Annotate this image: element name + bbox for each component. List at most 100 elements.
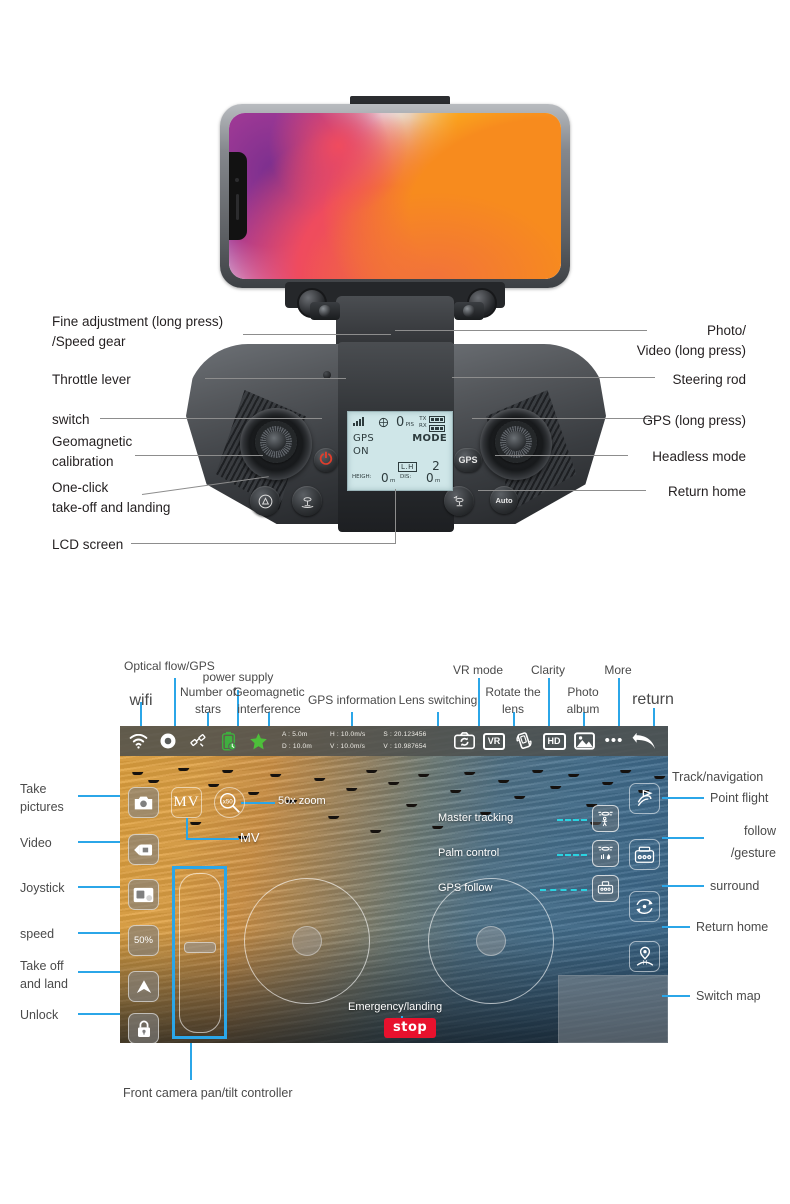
app-screen: A : 5.0m D : 10.0m H : 10.0m/s V : 10.0m…: [120, 726, 668, 1043]
leader-palm-control: [557, 854, 587, 856]
zoom-icon: x50: [219, 792, 240, 813]
signal-bars-icon: [353, 417, 364, 426]
label-rotate-the-lens: Rotate the lens: [485, 685, 541, 717]
geomagnetic-calibration-button[interactable]: [250, 486, 280, 516]
leader-joystick: [78, 886, 120, 888]
mv-button-label: MV: [173, 794, 200, 810]
lcd-pis-unit: PIS: [405, 422, 415, 428]
mv-button[interactable]: MV: [171, 787, 202, 818]
lock-icon: [137, 1020, 150, 1037]
label-return: return: [632, 691, 674, 708]
label-surround: surround: [710, 879, 760, 893]
lens-switch-icon[interactable]: [452, 729, 476, 753]
arrow-up-icon: [136, 979, 151, 993]
antenna-hinge-right: [454, 302, 484, 320]
return-home-button-app[interactable]: H: [629, 941, 660, 972]
more-icon[interactable]: •••: [602, 729, 626, 753]
photo-album-icon[interactable]: [572, 729, 596, 753]
phone-screen: [229, 113, 561, 279]
leader-master-tracking: [557, 819, 587, 821]
leader-lcd-vertical: [395, 489, 396, 544]
lcd-tx-label: TX: [419, 416, 427, 422]
label-lcd-screen: LCD screen: [52, 537, 124, 552]
surround-button[interactable]: [629, 891, 660, 922]
vr-icon[interactable]: VR: [482, 729, 506, 753]
hd-icon[interactable]: HD: [542, 729, 566, 753]
label-track-navigation: Track/navigation: [672, 770, 764, 784]
label-master-tracking: Master tracking: [438, 812, 514, 824]
orbit-icon: [636, 898, 653, 915]
mini-map[interactable]: [558, 975, 668, 1043]
antenna-hinge-left: [310, 302, 340, 320]
leader-geomagnetic: [135, 455, 263, 456]
leader-gps-follow: [540, 889, 587, 891]
app-topbar: A : 5.0m D : 10.0m H : 10.0m/s V : 10.0m…: [120, 726, 668, 756]
pan-tilt-highlight-box: [172, 866, 227, 1039]
gps-follow-icon: [597, 881, 614, 894]
one-click-takeoff-landing-button[interactable]: [292, 486, 322, 516]
lcd-height-value: 0: [381, 471, 389, 485]
label-fine-adjustment: Fine adjustment (long press) /Speed gear: [52, 314, 224, 349]
label-unlock: Unlock: [20, 1008, 59, 1022]
leader-take-off-land: [78, 971, 120, 973]
palm-control-button[interactable]: [592, 840, 619, 867]
speed-button[interactable]: 50%: [128, 925, 159, 956]
hd-label: HD: [542, 732, 566, 750]
label-one-click-takeoff: One-click take-off and landing: [52, 480, 171, 515]
wifi-icon[interactable]: [126, 729, 150, 753]
geomagnetic-star-icon[interactable]: [246, 729, 270, 753]
satellite-icon[interactable]: [186, 729, 210, 753]
label-gps-follow: GPS follow: [438, 882, 493, 894]
label-joystick: Joystick: [20, 881, 65, 895]
leader-point-flight: [662, 797, 704, 799]
svg-text:x50: x50: [223, 798, 234, 805]
battery-icon[interactable]: [216, 729, 240, 753]
video-button[interactable]: [128, 834, 159, 865]
rotate-lens-icon[interactable]: [512, 729, 536, 753]
telemetry-gps-s: S : 20.123456: [383, 730, 427, 738]
leader-video: [78, 841, 120, 843]
label-steering-rod: Steering rod: [672, 372, 746, 387]
return-icon[interactable]: [632, 729, 656, 753]
label-photo-video: Photo/ Video (long press): [636, 323, 746, 358]
home-pin-icon: H: [636, 946, 653, 966]
power-button[interactable]: ⏻: [314, 448, 338, 472]
optical-flow-icon[interactable]: [156, 729, 180, 753]
joystick-thumb-right[interactable]: [476, 926, 506, 956]
master-tracking-button[interactable]: [592, 805, 619, 832]
leader-take-pictures: [78, 795, 120, 797]
telemetry-gps-v: V : 10.987654: [383, 743, 427, 750]
label-throttle-lever: Throttle lever: [52, 372, 131, 387]
takeoff-land-button[interactable]: [128, 971, 159, 1002]
label-take-pictures: Take pictures: [20, 782, 64, 815]
zoom-button[interactable]: x50: [214, 787, 245, 818]
joystick-thumb-left[interactable]: [292, 926, 322, 956]
telemetry-col-1: A : 5.0m D : 10.0m: [282, 729, 312, 754]
take-picture-button[interactable]: [128, 787, 159, 818]
joystick-button[interactable]: [128, 879, 159, 910]
lcd-distance-unit: m: [434, 478, 441, 484]
lcd-distance-label: DIS:: [400, 474, 412, 480]
label-mv: MV: [240, 830, 260, 845]
label-photo-album: Photo album: [566, 685, 600, 717]
leader-switch-map: [662, 995, 690, 997]
leader-mv-v: [186, 818, 188, 840]
lcd-screen: 0 PIS TX RX GPS ON MODE L.H 2 HEIGH: 0 m…: [347, 411, 453, 491]
lcd-tx-battery-icon: [429, 416, 445, 423]
gps-button[interactable]: GPS: [454, 448, 482, 472]
label-clarity: Clarity: [530, 663, 565, 677]
point-flight-button[interactable]: [629, 783, 660, 814]
telemetry-altitude: A : 5.0m: [282, 730, 308, 738]
emergency-landing-text: Emergency/landing: [348, 1001, 443, 1013]
follow-gesture-button[interactable]: [629, 839, 660, 870]
drone-return-icon: [453, 495, 464, 506]
lcd-height-label: HEIGH:: [352, 474, 372, 480]
label-vr-mode: VR mode: [452, 663, 504, 677]
vr-label: VR: [482, 732, 506, 750]
stop-button[interactable]: stop: [384, 1018, 437, 1038]
unlock-button[interactable]: [128, 1013, 159, 1043]
smartphone: [220, 104, 570, 288]
gps-follow-button[interactable]: [592, 875, 619, 902]
waypoint-icon: [637, 789, 653, 806]
label-return-home-app: Return home: [696, 920, 769, 934]
